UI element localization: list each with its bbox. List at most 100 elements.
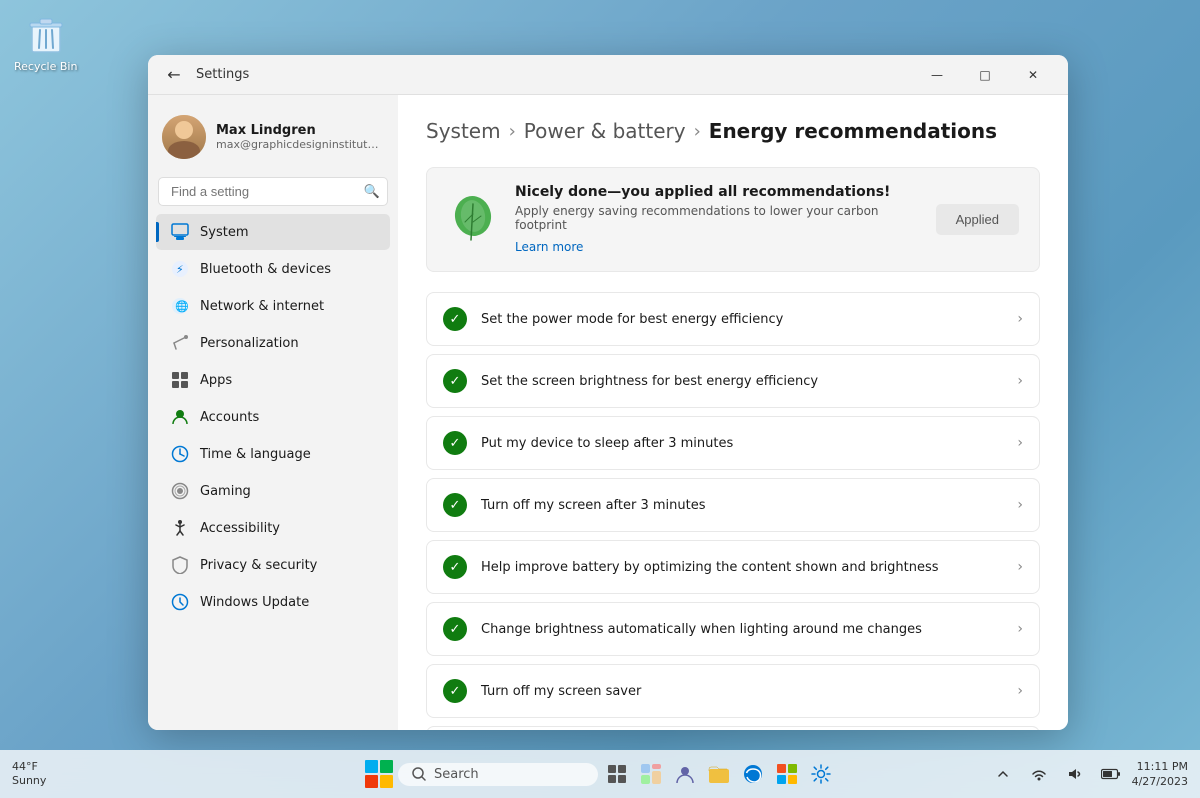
sidebar-item-accounts[interactable]: Accounts — [156, 399, 390, 435]
taskbar-search-icon — [412, 767, 426, 781]
recommendation-item-1[interactable]: Set the screen brightness for best energ… — [426, 354, 1040, 408]
recommendation-item-4[interactable]: Help improve battery by optimizing the c… — [426, 540, 1040, 594]
weather-widget: 44°F Sunny — [12, 760, 46, 789]
rec-text-4: Help improve battery by optimizing the c… — [481, 560, 1017, 575]
check-icon-3 — [443, 493, 467, 517]
rec-text-3: Turn off my screen after 3 minutes — [481, 498, 1017, 513]
window-title: Settings — [196, 67, 914, 82]
chevron-right-icon-6: › — [1017, 683, 1023, 699]
user-info: Max Lindgren max@graphicdesigninstitute.… — [216, 123, 384, 151]
breadcrumb-item-0[interactable]: System — [426, 119, 501, 143]
sidebar-item-apps[interactable]: Apps — [156, 362, 390, 398]
wifi-button[interactable] — [1024, 759, 1054, 789]
applied-button[interactable]: Applied — [936, 204, 1019, 235]
check-icon-2 — [443, 431, 467, 455]
recommendation-item-6[interactable]: Turn off my screen saver › — [426, 664, 1040, 718]
time-icon — [170, 444, 190, 464]
taskbar-search[interactable]: Search — [398, 763, 598, 786]
recycle-bin-icon — [24, 12, 68, 56]
sidebar-search[interactable]: 🔍 — [158, 177, 388, 206]
sidebar-item-update[interactable]: Windows Update — [156, 584, 390, 620]
apps-icon — [170, 370, 190, 390]
banner-subtitle: Apply energy saving recommendations to l… — [515, 204, 920, 232]
breadcrumb-item-1[interactable]: Power & battery — [524, 119, 686, 143]
task-view-button[interactable] — [602, 759, 632, 789]
sidebar-label-time: Time & language — [200, 447, 311, 462]
sidebar-item-network[interactable]: 🌐 Network & internet — [156, 288, 390, 324]
user-email: max@graphicdesigninstitute.com — [216, 138, 384, 151]
store-icon — [776, 763, 798, 785]
recycle-bin[interactable]: Recycle Bin — [14, 12, 77, 73]
recommendation-banner: Nicely done—you applied all recommendati… — [426, 167, 1040, 272]
back-button[interactable]: ← — [160, 61, 188, 89]
check-icon-6 — [443, 679, 467, 703]
sidebar-item-time[interactable]: Time & language — [156, 436, 390, 472]
volume-button[interactable] — [1060, 759, 1090, 789]
teams-button[interactable] — [670, 759, 700, 789]
edge-button[interactable] — [738, 759, 768, 789]
weather-desc: Sunny — [12, 774, 46, 788]
chevron-up-icon — [997, 768, 1009, 780]
main-content: System › Power & battery › Energy recommenda… — [398, 95, 1068, 730]
check-icon-1 — [443, 369, 467, 393]
recommendation-item-3[interactable]: Turn off my screen after 3 minutes › — [426, 478, 1040, 532]
chevron-up-button[interactable] — [988, 759, 1018, 789]
sidebar-item-accessibility[interactable]: Accessibility — [156, 510, 390, 546]
leaf-icon — [447, 194, 499, 246]
user-profile[interactable]: Max Lindgren max@graphicdesigninstitute.… — [148, 105, 398, 169]
recommendation-item-2[interactable]: Put my device to sleep after 3 minutes › — [426, 416, 1040, 470]
breadcrumb: System›Power & battery›Energy recommenda… — [426, 119, 1040, 143]
recommendation-item-7[interactable]: Stop USB devices when my screen is off t… — [426, 726, 1040, 730]
sidebar-label-apps: Apps — [200, 373, 232, 388]
rec-text-5: Change brightness automatically when lig… — [481, 622, 1017, 637]
search-input[interactable] — [158, 177, 388, 206]
title-bar: ← Settings — □ ✕ — [148, 55, 1068, 95]
system-icon — [170, 222, 190, 242]
minimize-button[interactable]: — — [914, 59, 960, 91]
breadcrumb-item-2: Energy recommendations — [709, 119, 997, 143]
gear-icon — [810, 763, 832, 785]
sidebar-item-personalization[interactable]: Personalization — [156, 325, 390, 361]
taskbar-right: 11:11 PM 4/27/2023 — [988, 759, 1188, 790]
windows-logo — [365, 760, 393, 788]
recycle-bin-label: Recycle Bin — [14, 60, 77, 73]
check-icon-5 — [443, 617, 467, 641]
taskbar-center: Search — [364, 759, 836, 789]
chevron-right-icon-1: › — [1017, 373, 1023, 389]
close-button[interactable]: ✕ — [1010, 59, 1056, 91]
store-button[interactable] — [772, 759, 802, 789]
sidebar-label-gaming: Gaming — [200, 484, 251, 499]
privacy-icon — [170, 555, 190, 575]
avatar — [162, 115, 206, 159]
breadcrumb-sep-0: › — [509, 121, 516, 142]
learn-more-link[interactable]: Learn more — [515, 240, 583, 254]
taskbar: 44°F Sunny Search — [0, 750, 1200, 798]
battery-button[interactable] — [1096, 759, 1126, 789]
rec-text-6: Turn off my screen saver — [481, 684, 1017, 699]
sidebar-item-system[interactable]: System — [156, 214, 390, 250]
sidebar-label-network: Network & internet — [200, 299, 324, 314]
window-body: Max Lindgren max@graphicdesigninstitute.… — [148, 95, 1068, 730]
start-button[interactable] — [364, 759, 394, 789]
bluetooth-icon: ⚡ — [170, 259, 190, 279]
recommendation-item-5[interactable]: Change brightness automatically when lig… — [426, 602, 1040, 656]
desktop: Recycle Bin ← Settings — □ ✕ — [0, 0, 1200, 798]
settings-taskbar-button[interactable] — [806, 759, 836, 789]
svg-text:🌐: 🌐 — [175, 300, 189, 313]
recommendation-item-0[interactable]: Set the power mode for best energy effic… — [426, 292, 1040, 346]
explorer-button[interactable] — [704, 759, 734, 789]
chevron-right-icon-5: › — [1017, 621, 1023, 637]
svg-text:⚡: ⚡ — [176, 263, 184, 276]
check-icon-0 — [443, 307, 467, 331]
personalization-icon — [170, 333, 190, 353]
edge-icon — [742, 763, 764, 785]
sidebar-item-gaming[interactable]: Gaming — [156, 473, 390, 509]
sidebar-item-bluetooth[interactable]: ⚡ Bluetooth & devices — [156, 251, 390, 287]
maximize-button[interactable]: □ — [962, 59, 1008, 91]
widgets-button[interactable] — [636, 759, 666, 789]
accessibility-icon — [170, 518, 190, 538]
clock: 11:11 PM 4/27/2023 — [1132, 759, 1188, 790]
sidebar-item-privacy[interactable]: Privacy & security — [156, 547, 390, 583]
sidebar-label-bluetooth: Bluetooth & devices — [200, 262, 331, 277]
wifi-icon — [1030, 765, 1048, 783]
